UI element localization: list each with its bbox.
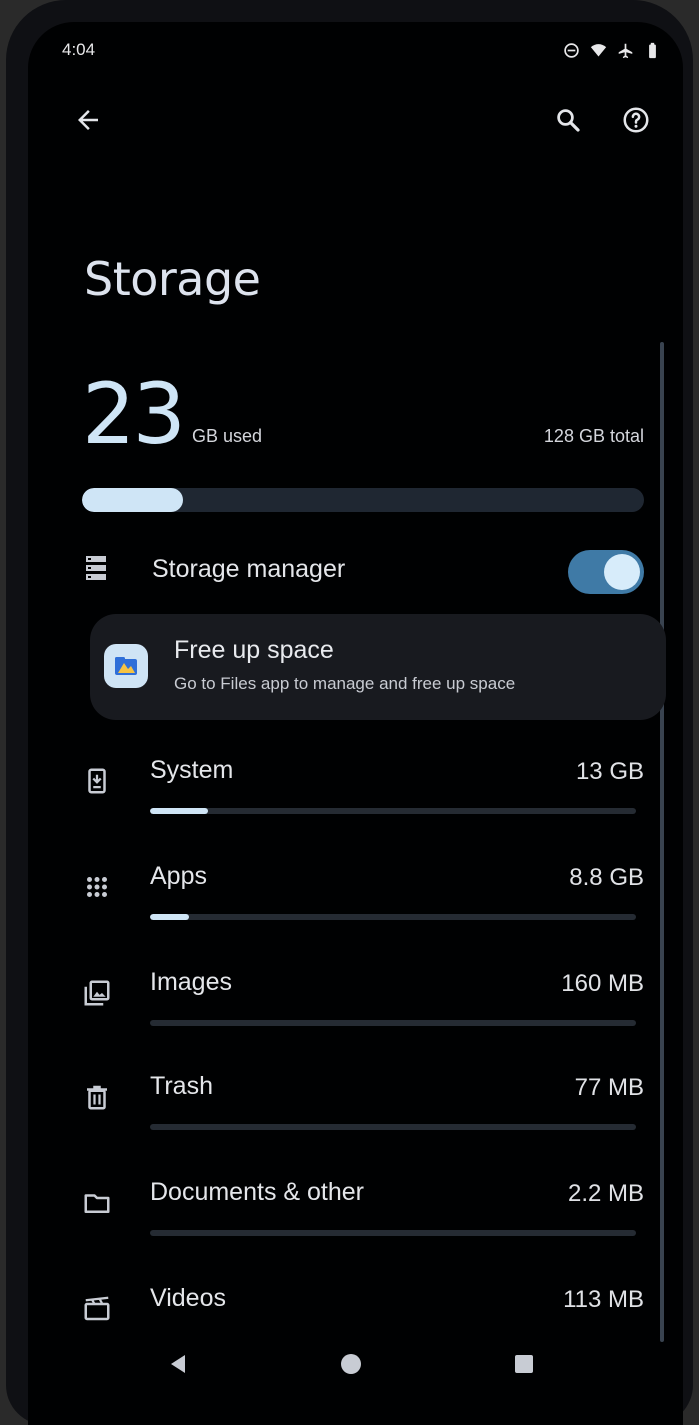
airplane-icon	[618, 43, 633, 59]
help-button[interactable]	[614, 98, 658, 142]
category-bar	[150, 1230, 636, 1236]
category-bar	[150, 1124, 636, 1130]
images-icon	[84, 980, 110, 1006]
arrow-back-icon	[78, 110, 98, 130]
category-bar	[150, 914, 636, 920]
apps-grid-icon	[87, 877, 107, 897]
category-size: 8.8 GB	[569, 864, 644, 891]
nav-home-button[interactable]	[331, 1344, 371, 1384]
status-bar: 4:04	[62, 40, 661, 64]
storage-manager-icon	[86, 556, 106, 580]
category-bar-fill	[150, 808, 209, 814]
usage-summary: 23 GB used 128 GB total	[82, 372, 644, 456]
category-size: 2.2 MB	[567, 1180, 644, 1207]
wifi-icon	[590, 44, 607, 57]
trash-icon	[87, 1085, 107, 1110]
category-label: Videos	[150, 1284, 226, 1312]
videos-icon	[84, 1296, 110, 1321]
phone-frame: 4:04 Storage 23 GB used 128 GB total Sto…	[6, 0, 693, 1425]
free-up-space-subtitle: Go to Files app to manage and free up sp…	[174, 674, 516, 693]
nav-back-button[interactable]	[158, 1344, 198, 1384]
category-apps[interactable]: Apps 8.8 GB	[78, 848, 644, 948]
storage-manager-toggle[interactable]	[568, 550, 644, 594]
category-bar-fill	[150, 914, 189, 920]
category-size: 113 MB	[563, 1286, 644, 1313]
screen: 4:04 Storage 23 GB used 128 GB total Sto…	[28, 22, 683, 1425]
storage-manager-label: Storage manager	[152, 555, 346, 583]
search-button[interactable]	[546, 98, 590, 142]
usage-progress-bar	[82, 488, 644, 512]
usage-progress-fill	[82, 488, 184, 512]
files-app-icon	[104, 644, 148, 688]
used-value: 23	[82, 365, 186, 463]
category-label: System	[150, 756, 234, 784]
status-time: 4:04	[62, 40, 96, 59]
folder-icon	[84, 1194, 110, 1213]
system-icon	[88, 768, 106, 794]
nav-home-icon	[341, 1354, 361, 1374]
help-icon	[623, 107, 649, 133]
back-button[interactable]	[66, 98, 110, 142]
category-bar	[150, 1020, 636, 1026]
page-title: Storage	[84, 252, 261, 306]
category-label: Documents & other	[150, 1178, 364, 1206]
category-label: Trash	[150, 1072, 213, 1100]
category-system[interactable]: System 13 GB	[78, 742, 644, 842]
free-up-space-title: Free up space	[174, 636, 334, 664]
nav-recents-button[interactable]	[504, 1344, 544, 1384]
category-label: Images	[150, 968, 232, 996]
storage-manager-row[interactable]: Storage manager	[78, 532, 644, 612]
scrollbar[interactable]	[660, 342, 664, 1342]
used-unit: GB used	[192, 426, 263, 446]
do-not-disturb-icon	[564, 43, 579, 58]
category-images[interactable]: Images 160 MB	[78, 954, 644, 1054]
navigation-bar	[28, 1332, 683, 1402]
category-size: 77 MB	[574, 1074, 644, 1101]
status-icons	[563, 42, 661, 59]
battery-icon	[649, 42, 656, 59]
free-up-space-card[interactable]: Free up space Go to Files app to manage …	[90, 614, 666, 720]
nav-back-icon	[171, 1355, 185, 1373]
search-icon	[557, 109, 580, 132]
category-label: Apps	[150, 862, 207, 890]
toggle-knob	[604, 554, 640, 590]
category-bar	[150, 808, 636, 814]
category-trash[interactable]: Trash 77 MB	[78, 1058, 644, 1158]
category-size: 160 MB	[561, 970, 644, 997]
category-size: 13 GB	[575, 758, 644, 785]
category-documents[interactable]: Documents & other 2.2 MB	[78, 1164, 644, 1264]
nav-recents-icon	[515, 1355, 533, 1373]
total-storage: 128 GB total	[543, 426, 644, 446]
